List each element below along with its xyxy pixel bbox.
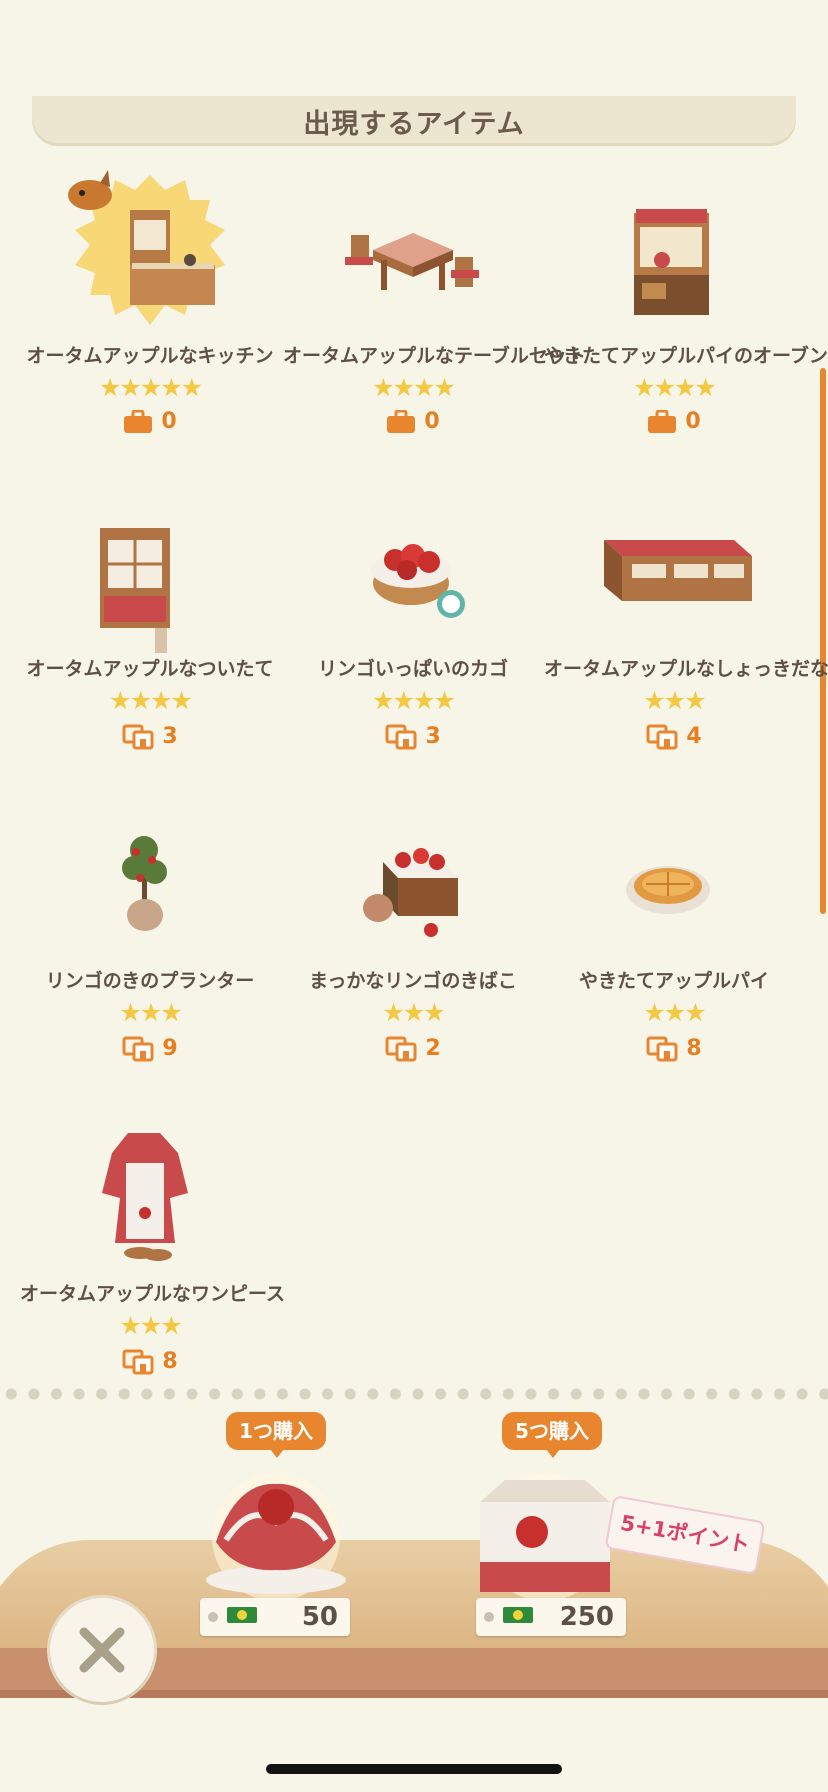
dotted-divider [0, 1388, 828, 1400]
count-value: 9 [162, 1035, 178, 1061]
item-card[interactable]: オータムアップルなついたて ★★★★ 3 [20, 478, 280, 758]
star-rating: ★★★ [119, 998, 182, 1027]
item-name: オータムアップルなテーブルセット [283, 345, 586, 367]
count-value: 3 [425, 723, 441, 749]
multi-bag-icon [646, 1034, 678, 1062]
home-indicator[interactable] [266, 1764, 562, 1774]
price-tag: 50 [200, 1598, 350, 1636]
apple-pie-image [626, 866, 710, 914]
kitchen-image [68, 170, 225, 325]
star-rating: ★★★★ [109, 686, 193, 715]
apple-basket-image [371, 544, 465, 618]
section-title: 出現するアイテム [303, 108, 525, 140]
bag-icon [647, 409, 677, 434]
gift-box-icon [480, 1473, 610, 1601]
section-header: 出現するアイテム [32, 96, 796, 146]
star-rating: ★★★★ [633, 373, 717, 402]
multi-bag-icon [646, 722, 678, 750]
item-name: オータムアップルなワンピース [20, 1283, 286, 1305]
count-value: 0 [161, 409, 177, 434]
item-count: 2 [283, 1034, 543, 1062]
count-value: 4 [686, 723, 702, 749]
item-card[interactable]: オータムアップルなワンピース ★★★ 8 [20, 1103, 286, 1383]
item-name: オータムアップルなしょっきだな [544, 658, 828, 680]
item-name: リンゴのきのプランター [45, 970, 255, 992]
count-value: 0 [424, 409, 440, 434]
item-name: オータムアップルなキッチン [26, 345, 274, 367]
buy-one-label: 1つ購入 [226, 1412, 326, 1458]
item-card[interactable]: オータムアップルなキッチン ★★★★★ 0 [20, 165, 280, 445]
multi-bag-icon [122, 1347, 154, 1375]
star-rating: ★★★ [643, 998, 706, 1027]
multi-bag-icon [122, 1034, 154, 1062]
multi-bag-icon [385, 722, 417, 750]
item-card[interactable]: リンゴいっぱいのカゴ ★★★★ 3 [283, 478, 543, 758]
star-rating: ★★★★★ [98, 373, 203, 402]
leaf-ticket-icon [226, 1605, 258, 1629]
item-count: 0 [283, 409, 543, 434]
item-count: 0 [20, 409, 280, 434]
item-name: やきたてアップルパイのオーブン [544, 345, 828, 367]
star-rating: ★★★ [119, 1311, 182, 1340]
price-value: 250 [559, 1602, 614, 1632]
bag-icon [386, 409, 416, 434]
fortune-cookie-icon [206, 1473, 346, 1601]
item-count: 8 [544, 1034, 804, 1062]
dress-image [102, 1133, 188, 1261]
cupboard-image [604, 540, 752, 601]
count-value: 8 [162, 1348, 178, 1374]
close-icon [79, 1627, 125, 1673]
buy-one-button[interactable]: 1つ購入 50 [176, 1412, 376, 1652]
count-value: 3 [162, 723, 178, 749]
item-card[interactable]: やきたてアップルパイのオーブン ★★★★ 0 [544, 165, 828, 445]
partition-image [100, 528, 170, 653]
star-rating: ★★★ [643, 686, 706, 715]
item-count: 3 [20, 722, 280, 750]
item-name: やきたてアップルパイ [578, 970, 769, 992]
star-rating: ★★★ [382, 998, 445, 1027]
item-count: 8 [20, 1347, 280, 1375]
count-value: 2 [425, 1035, 441, 1061]
item-count: 0 [544, 409, 804, 434]
multi-bag-icon [122, 722, 154, 750]
star-rating: ★★★★ [372, 373, 456, 402]
item-card[interactable]: やきたてアップルパイ ★★★ 8 [544, 790, 804, 1070]
price-tag: 250 [476, 1598, 626, 1636]
buy-five-label: 5つ購入 [502, 1412, 602, 1458]
item-name: オータムアップルなついたて [26, 658, 274, 680]
apple-tree-planter-image [122, 836, 167, 931]
scrollbar[interactable] [820, 368, 826, 914]
leaf-ticket-icon [502, 1605, 534, 1629]
count-value: 0 [685, 409, 701, 434]
apple-crate-image [363, 848, 458, 937]
item-card[interactable]: オータムアップルなしょっきだな ★★★ 4 [544, 478, 828, 758]
item-card[interactable]: リンゴのきのプランター ★★★ 9 [20, 790, 280, 1070]
item-name: リンゴいっぱいのカゴ [317, 658, 508, 680]
table-set-image [345, 233, 479, 290]
item-count: 3 [283, 722, 543, 750]
oven-image [634, 209, 709, 315]
price-value: 50 [301, 1602, 338, 1632]
item-card[interactable]: まっかなリンゴのきばこ ★★★ 2 [283, 790, 543, 1070]
item-name: まっかなリンゴのきばこ [309, 970, 517, 992]
item-count: 4 [544, 722, 804, 750]
star-rating: ★★★★ [372, 686, 456, 715]
item-count: 9 [20, 1034, 280, 1062]
multi-bag-icon [385, 1034, 417, 1062]
bag-icon [123, 409, 153, 434]
count-value: 8 [686, 1035, 702, 1061]
item-card[interactable]: オータムアップルなテーブルセット ★★★★ 0 [283, 165, 586, 445]
close-button[interactable] [50, 1598, 154, 1702]
